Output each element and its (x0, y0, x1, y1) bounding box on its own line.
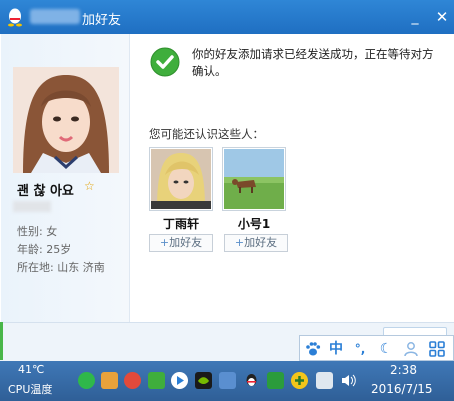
ime-toolbar: 中 °, ☾ (299, 335, 454, 361)
suggested-person-photo[interactable] (222, 147, 286, 211)
punctuation-toggle[interactable]: °, (350, 339, 370, 359)
blurred-title-part (30, 9, 80, 24)
person-photo-image (224, 149, 284, 209)
star-icon: ☆ (84, 179, 95, 193)
user-icon[interactable] (401, 339, 421, 359)
network-grid-icon[interactable] (219, 372, 236, 389)
qq-logo-icon (8, 8, 22, 27)
success-message: 你的好友添加请求已经发送成功，正在等待对方确认。 (192, 47, 434, 78)
weibo-icon[interactable] (124, 372, 141, 389)
shield-icon[interactable] (267, 372, 284, 389)
profile-location: 所在地: 山东 济南 (17, 261, 105, 274)
success-check-icon (150, 47, 180, 77)
suggested-person[interactable]: 丁雨轩 (149, 147, 213, 232)
minimize-icon: _ (411, 9, 419, 25)
plus-icon: + (159, 236, 170, 249)
window-title: 加好友 (82, 13, 122, 28)
check-green-icon[interactable] (148, 372, 165, 389)
plus-yellow-icon[interactable] (291, 372, 308, 389)
volume-icon[interactable] (340, 372, 357, 389)
suggested-person-name: 小号1 (237, 217, 271, 231)
suggested-person-name: 丁雨轩 (162, 217, 199, 231)
profile-avatar (13, 67, 119, 173)
blurred-account-id (13, 201, 51, 212)
add-friend-button[interactable]: +加好友 (224, 234, 288, 252)
taskbar: 41℃ CPU温度 2:38 2016/7/15 (0, 361, 454, 401)
add-friend-label: 加好友 (169, 236, 203, 249)
qq-penguin-icon[interactable] (243, 372, 260, 389)
display-icon[interactable] (316, 372, 333, 389)
media-play-icon[interactable] (171, 372, 188, 389)
person-photo-image (151, 149, 211, 209)
avatar-image (13, 67, 119, 173)
title-bar: 加好友 _ ✕ (0, 0, 454, 34)
moon-icon[interactable]: ☾ (376, 339, 396, 359)
users-icon[interactable] (101, 372, 118, 389)
suggested-person[interactable]: 小号1 (222, 147, 286, 232)
profile-name: 괜 찮 아요 (17, 184, 74, 199)
profile-gender: 性别: 女 (17, 225, 58, 238)
ime-mode-chinese[interactable]: 中 (326, 339, 346, 359)
suggestions-heading: 您可能还认识这些人： (149, 127, 264, 141)
wechat-icon[interactable] (78, 372, 95, 389)
cpu-temperature-label: CPU温度 (8, 383, 53, 396)
profile-age: 年龄: 25岁 (17, 243, 72, 256)
suggested-person-photo[interactable] (149, 147, 213, 211)
minimize-button[interactable]: _ (406, 8, 424, 26)
profile-panel: 괜 찮 아요 ☆ 性别: 女 年龄: 25岁 所在地: 山东 济南 (1, 34, 130, 322)
plus-icon: + (234, 236, 245, 249)
close-button[interactable]: ✕ (433, 8, 451, 26)
background-window-edge (0, 322, 3, 360)
add-friend-button[interactable]: +加好友 (149, 234, 213, 252)
paw-icon[interactable] (303, 339, 323, 359)
cpu-temperature: 41℃ (18, 363, 45, 376)
clock-time[interactable]: 2:38 (390, 363, 417, 377)
close-icon: ✕ (435, 8, 449, 26)
nvidia-icon[interactable] (195, 372, 212, 389)
grid-menu-icon[interactable] (427, 339, 447, 359)
clock-date[interactable]: 2016/7/15 (371, 382, 433, 396)
add-friend-label: 加好友 (244, 236, 278, 249)
